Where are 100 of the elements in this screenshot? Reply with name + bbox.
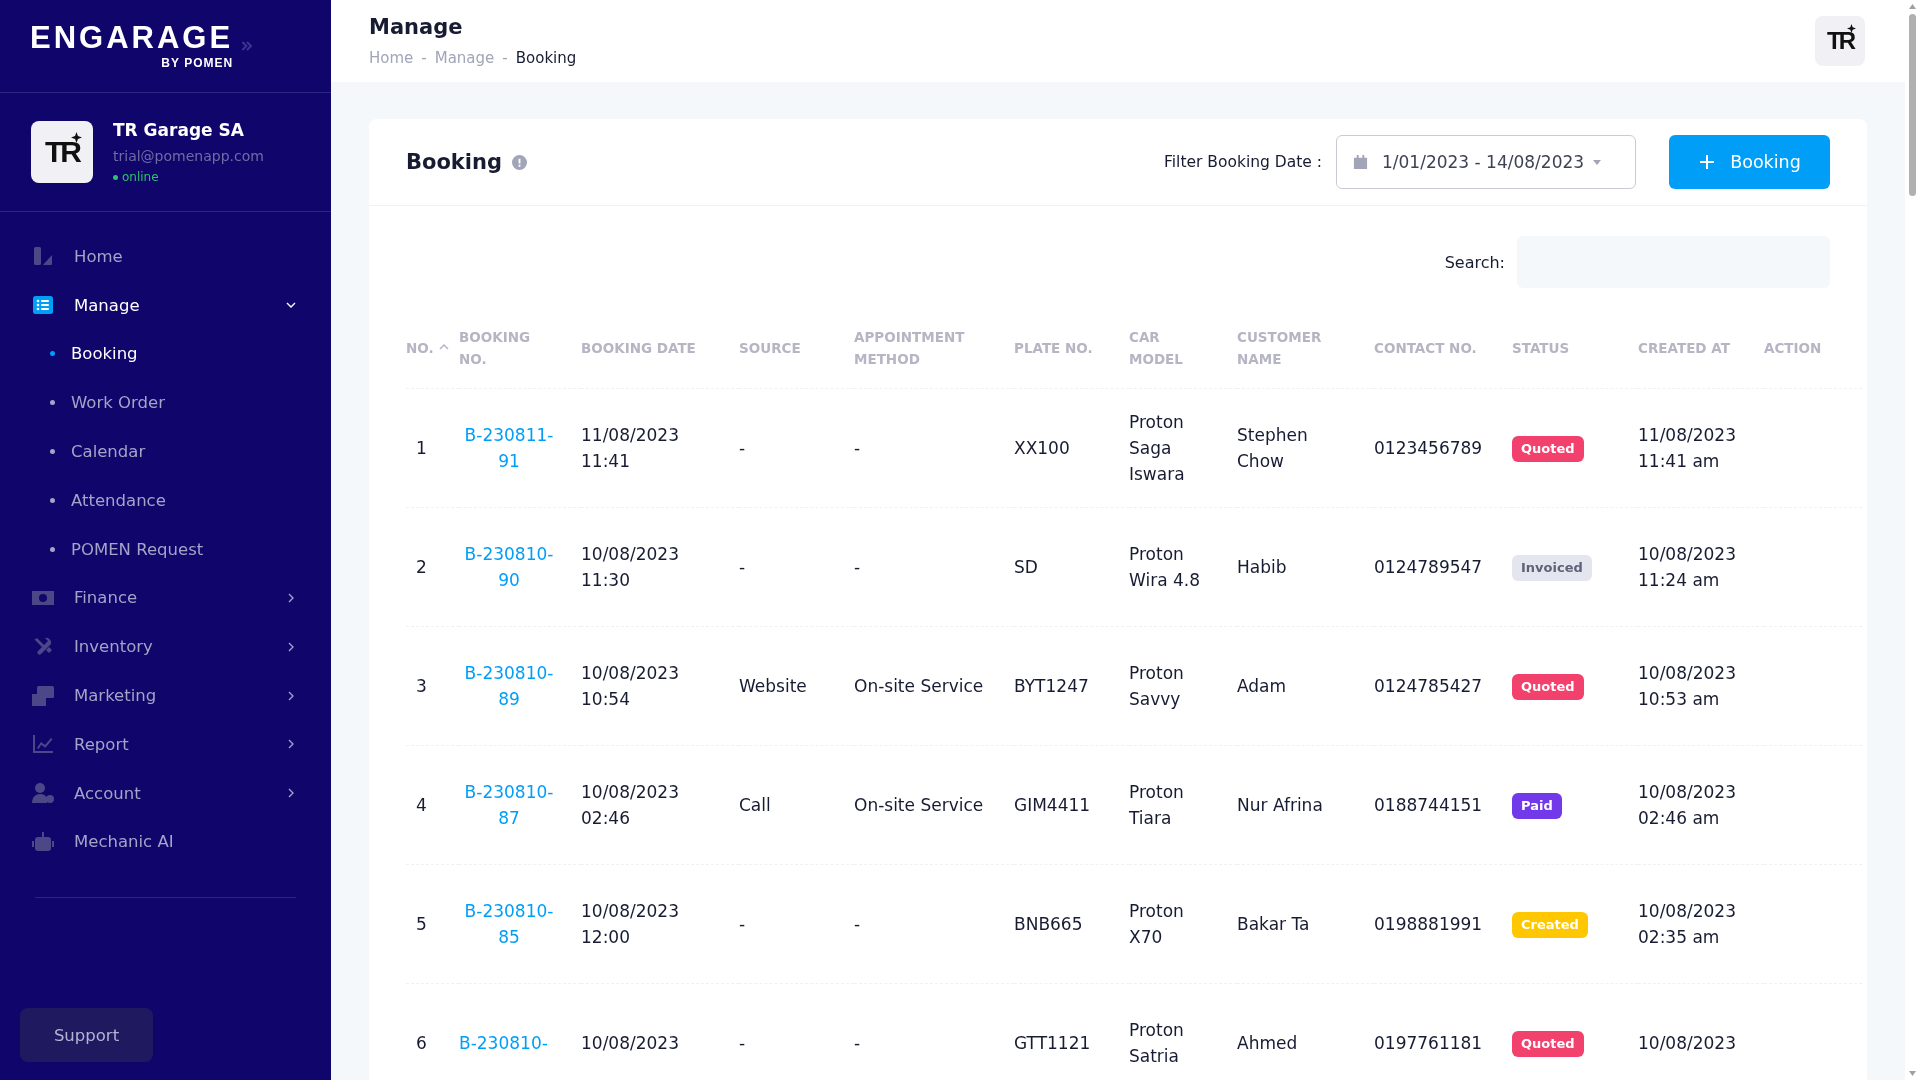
table-cell-text: Bakar Ta bbox=[1237, 913, 1310, 936]
column-header[interactable]: CAR MODEL bbox=[1129, 326, 1215, 370]
sparkle-icon bbox=[1847, 24, 1856, 33]
menu-item[interactable]: Finance bbox=[0, 573, 331, 623]
info-icon bbox=[512, 154, 527, 170]
scrollbar-thumb[interactable] bbox=[1909, 14, 1916, 196]
table-cell-text: Ahmed bbox=[1237, 1032, 1298, 1055]
menu-item[interactable]: Home bbox=[0, 232, 331, 281]
column-header[interactable]: CONTACT NO. bbox=[1374, 337, 1477, 359]
search-label: Search: bbox=[1444, 252, 1505, 272]
booking-link[interactable]: B-230810-90 bbox=[459, 541, 559, 593]
submenu-item[interactable]: POMEN Request bbox=[0, 524, 331, 574]
calendar-icon bbox=[1353, 154, 1368, 170]
add-booking-button[interactable]: Booking bbox=[1669, 135, 1830, 189]
user-avatar[interactable]: TR bbox=[1815, 16, 1865, 66]
column-header[interactable]: NO. bbox=[406, 337, 434, 359]
column-header[interactable]: CREATED AT bbox=[1638, 337, 1730, 359]
column-header[interactable]: STATUS bbox=[1512, 337, 1570, 359]
column-header[interactable]: BOOKING DATE bbox=[581, 337, 696, 359]
row-number: 6 bbox=[416, 1032, 427, 1055]
table-cell-text: 11/08/2023 11:41 am bbox=[1638, 424, 1737, 473]
menu-item[interactable]: Manage bbox=[0, 280, 331, 330]
status-badge: Quoted bbox=[1512, 436, 1584, 462]
menu-item[interactable]: Report bbox=[0, 719, 331, 769]
table-cell-text: XX100 bbox=[1014, 437, 1070, 460]
table-cell-text: 10/08/2023 02:46 am bbox=[1638, 781, 1737, 830]
caret-down-icon bbox=[1592, 157, 1603, 167]
table-cell-text: - bbox=[854, 556, 861, 579]
table-cell-text: Proton Tiara bbox=[1129, 781, 1185, 830]
breadcrumb-separator: - bbox=[502, 49, 508, 67]
menu-item[interactable]: Mechanic AI bbox=[0, 817, 331, 867]
table-cell-text: 10/08/2023 11:24 am bbox=[1638, 543, 1737, 592]
table-cell-text: Proton Savvy bbox=[1129, 662, 1185, 711]
scroll-up-icon[interactable] bbox=[1908, 3, 1917, 10]
row-number: 1 bbox=[416, 437, 427, 460]
table-cell-text: 10/08/2023 10:54 bbox=[581, 662, 680, 711]
scroll-down-icon[interactable] bbox=[1908, 1070, 1917, 1077]
row-number: 4 bbox=[416, 794, 427, 817]
column-header[interactable]: BOOKING NO. bbox=[459, 326, 560, 370]
table-cell-text: 0123456789 bbox=[1374, 437, 1483, 460]
table-cell-text: Call bbox=[739, 794, 771, 817]
column-header[interactable]: PLATE NO. bbox=[1014, 337, 1093, 359]
table-cell-text: 10/08/2023 12:00 bbox=[581, 900, 680, 949]
table-cell-text: 0124789547 bbox=[1374, 556, 1483, 579]
support-button[interactable]: Support bbox=[20, 1008, 153, 1062]
booking-link[interactable]: B-230811-91 bbox=[459, 422, 559, 474]
booking-link[interactable]: B-230810-87 bbox=[459, 779, 559, 831]
breadcrumb-link[interactable]: Home bbox=[369, 49, 414, 67]
table-cell-text: 10/08/2023 bbox=[1638, 1032, 1736, 1055]
table-cell-text: GTT1121 bbox=[1014, 1032, 1091, 1055]
status-text: online bbox=[122, 170, 159, 184]
card-title: Booking bbox=[406, 150, 502, 174]
table-cell-text: On-site Service bbox=[854, 794, 984, 817]
date-range-picker[interactable]: 1/01/2023 - 14/08/2023 bbox=[1336, 135, 1636, 189]
table-cell-text: - bbox=[854, 437, 861, 460]
menu-item[interactable]: Account bbox=[0, 768, 331, 818]
table-cell-text: - bbox=[739, 437, 746, 460]
table-cell-text: 11/08/2023 11:41 bbox=[581, 424, 680, 473]
booking-link[interactable]: B-230810-85 bbox=[459, 898, 559, 950]
table-cell-text: Proton Satria bbox=[1129, 1019, 1185, 1068]
booking-link[interactable]: B-230810-89 bbox=[459, 660, 559, 712]
column-header[interactable]: CUSTOMER NAME bbox=[1237, 326, 1353, 370]
table-cell-text: - bbox=[739, 556, 746, 579]
submenu-item[interactable]: Calendar bbox=[0, 427, 331, 476]
table-cell-text: 10/08/2023 10:53 am bbox=[1638, 662, 1737, 711]
table-cell-text: BNB665 bbox=[1014, 913, 1083, 936]
status-badge: Invoiced bbox=[1512, 555, 1592, 581]
brand-logo: ENGARAGE BY POMEN bbox=[30, 22, 234, 70]
table-cell-text: Website bbox=[739, 675, 807, 698]
table-cell-text: 10/08/2023 02:35 am bbox=[1638, 900, 1737, 949]
table-cell-text: Nur Afrina bbox=[1237, 794, 1323, 817]
booking-link[interactable]: B-230810- bbox=[459, 1030, 548, 1056]
garage-logo: TR bbox=[31, 121, 93, 183]
submenu-item[interactable]: Attendance bbox=[0, 476, 331, 525]
menu-item[interactable]: Inventory bbox=[0, 622, 331, 672]
status-badge: Paid bbox=[1512, 793, 1562, 819]
plus-icon bbox=[1698, 153, 1717, 171]
table-cell-text: 0124785427 bbox=[1374, 675, 1483, 698]
column-header[interactable]: SOURCE bbox=[739, 337, 801, 359]
column-header[interactable]: ACTION bbox=[1764, 337, 1822, 359]
table-cell-text: Proton Saga Iswara bbox=[1129, 411, 1186, 486]
status-badge: Quoted bbox=[1512, 674, 1584, 700]
column-header[interactable]: APPOINTMENT METHOD bbox=[854, 326, 993, 370]
table-cell-text: 0198881991 bbox=[1374, 913, 1483, 936]
table-cell-text: 0188744151 bbox=[1374, 794, 1483, 817]
email-text: trial@pomenapp.com bbox=[113, 148, 264, 164]
table-cell-text: 10/08/2023 bbox=[581, 1032, 679, 1055]
row-number: 3 bbox=[416, 675, 427, 698]
table-cell-text: 10/08/2023 02:46 bbox=[581, 781, 680, 830]
table-cell-text: SD bbox=[1014, 556, 1038, 579]
table-cell-text: BYT1247 bbox=[1014, 675, 1089, 698]
table-cell-text: On-site Service bbox=[854, 675, 984, 698]
menu-item[interactable]: Marketing bbox=[0, 671, 331, 720]
table-cell-text: - bbox=[854, 1032, 861, 1055]
submenu-item[interactable]: Booking bbox=[0, 329, 331, 379]
table-cell-text: - bbox=[739, 1032, 746, 1055]
table-cell-text: 10/08/2023 11:30 bbox=[581, 543, 680, 592]
submenu-item[interactable]: Work Order bbox=[0, 378, 331, 428]
breadcrumb-link[interactable]: Manage bbox=[434, 49, 495, 67]
row-number: 5 bbox=[416, 913, 427, 936]
